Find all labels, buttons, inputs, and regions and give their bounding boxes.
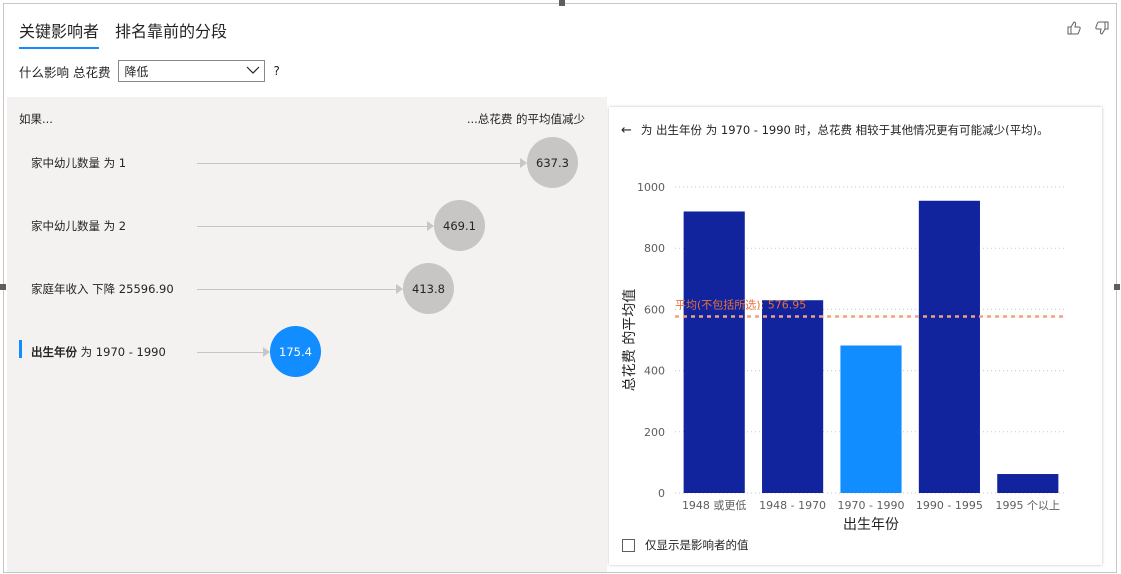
arrow-icon <box>263 347 270 357</box>
selection-indicator <box>19 340 22 358</box>
filter-prefix-label: 什么影响 总花费 <box>19 64 111 80</box>
x-tick-label: 1990 - 1995 <box>916 499 983 512</box>
x-tick-label: 1995 个以上 <box>996 499 1061 512</box>
help-icon[interactable]: ? <box>273 64 279 78</box>
resize-handle-right[interactable] <box>1114 284 1120 290</box>
influencer-row[interactable]: 家庭年收入 下降 25596.90 413.8 <box>7 263 607 315</box>
influencer-bubble[interactable]: 413.8 <box>403 263 454 314</box>
influencer-row-selected[interactable]: 出生年份 为 1970 - 1990 175.4 <box>7 326 607 378</box>
tab-top-segments[interactable]: 排名靠前的分段 <box>115 18 227 49</box>
resize-handle-left[interactable] <box>0 284 6 290</box>
influencer-row[interactable]: 家中幼儿数量 为 1 637.3 <box>7 137 607 189</box>
influencer-label: 家庭年收入 下降 25596.90 <box>31 282 174 296</box>
x-tick-label: 1970 - 1990 <box>838 499 905 512</box>
influencer-label: 出生年份 为 1970 - 1990 <box>31 344 166 360</box>
filter-row: 什么影响 总花费 降低 ? <box>19 60 280 82</box>
x-axis-title: 出生年份 <box>843 517 899 532</box>
bar <box>918 200 980 493</box>
influencer-bubble[interactable]: 469.1 <box>434 200 485 251</box>
arrow-icon <box>520 158 527 168</box>
influencer-label: 家中幼儿数量 为 2 <box>31 219 127 233</box>
bar <box>997 474 1059 493</box>
influencer-row[interactable]: 家中幼儿数量 为 2 469.1 <box>7 200 607 252</box>
influencer-line <box>197 163 520 164</box>
influencers-panel: 如果... ...总花费 的平均值减少 家中幼儿数量 为 1 637.3 家中幼… <box>7 97 607 572</box>
influencer-line <box>197 289 396 290</box>
checkbox-row[interactable]: 仅显示是影响者的值 <box>622 537 749 553</box>
x-tick-label: 1948 或更低 <box>682 499 747 512</box>
thumbs-down-icon[interactable] <box>1095 20 1109 35</box>
y-tick-label: 0 <box>658 487 665 500</box>
direction-dropdown[interactable]: 降低 <box>118 60 266 82</box>
tab-bar: 关键影响者 排名靠前的分段 <box>19 18 243 49</box>
checkbox-label: 仅显示是影响者的值 <box>645 538 749 552</box>
y-tick-label: 800 <box>644 242 665 255</box>
detail-panel: ← 为 出生年份 为 1970 - 1990 时，总花费 相较于其他情况更有可能… <box>609 107 1102 565</box>
bar-chart: 0 200 400 600 800 1000 1948 或更低 1948 - 1970 1970… <box>622 181 1067 532</box>
feedback-icons <box>1067 20 1109 35</box>
chevron-down-icon <box>246 64 260 78</box>
influencers-header-right: ...总花费 的平均值减少 <box>466 112 585 126</box>
y-tick-label: 600 <box>644 303 665 316</box>
influencer-line <box>197 352 263 353</box>
checkbox[interactable] <box>622 538 635 552</box>
bar <box>840 345 902 493</box>
arrow-icon <box>427 221 434 231</box>
influencer-field: 出生年份 <box>31 345 77 359</box>
y-tick-label: 200 <box>644 426 665 439</box>
average-line-label: 平均(不包括所选): 576.95 <box>675 297 806 311</box>
thumbs-up-icon[interactable] <box>1067 20 1081 35</box>
arrow-icon <box>396 284 403 294</box>
tab-key-influencers[interactable]: 关键影响者 <box>19 18 100 49</box>
influencer-condition: 为 1970 - 1990 <box>77 345 166 359</box>
influencer-bubble[interactable]: 175.4 <box>270 326 321 377</box>
resize-handle-top[interactable] <box>559 0 565 6</box>
bar <box>762 300 824 493</box>
bar <box>683 211 745 493</box>
influencer-bubble[interactable]: 637.3 <box>527 137 578 188</box>
influencers-header-left: 如果... <box>19 112 53 126</box>
dropdown-value: 降低 <box>124 64 149 79</box>
y-tick-label: 1000 <box>637 181 665 194</box>
influencer-label: 家中幼儿数量 为 1 <box>31 156 127 170</box>
y-axis-title: 总花费 的平均值 <box>622 289 638 391</box>
x-tick-label: 1948 - 1970 <box>759 499 826 512</box>
influencer-line <box>197 226 427 227</box>
y-tick-label: 400 <box>644 365 665 378</box>
